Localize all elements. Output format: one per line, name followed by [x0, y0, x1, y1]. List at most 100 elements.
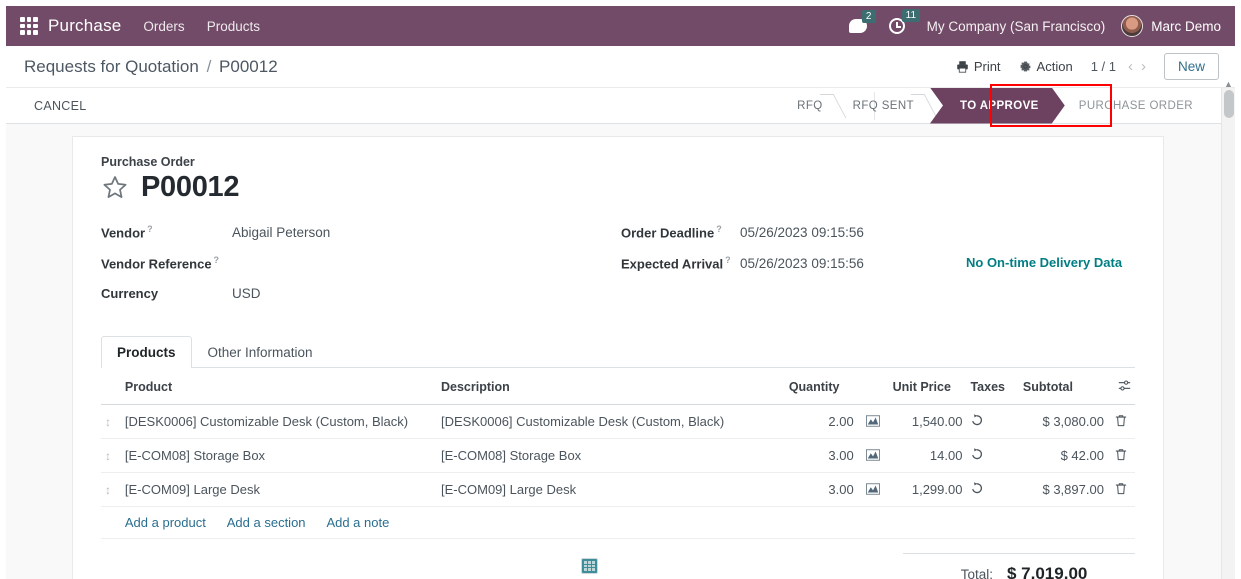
page-scrollbar[interactable]: ▲ [1221, 79, 1235, 579]
odoo-purchase-order-screen: Purchase Orders Products 2 11 My Company… [0, 0, 1241, 579]
row-subtotal: $ 3,080.00 [1018, 404, 1108, 439]
field-vendor-reference-label-text: Vendor Reference [101, 256, 212, 272]
vendor-reference-tooltip-icon[interactable]: ? [214, 255, 220, 265]
row-subtotal: $ 3,897.00 [1018, 472, 1108, 507]
drag-handle-icon[interactable]: ↕ [105, 483, 111, 497]
col-quantity[interactable]: Quantity [784, 370, 858, 405]
row-description[interactable]: [E-COM09] Large Desk [437, 472, 785, 507]
row-drag-handle-cell: ↕ [101, 438, 121, 473]
scrollbar-up-arrow-icon[interactable]: ▲ [1224, 79, 1233, 89]
totals-inner: Total: $ 7,019.00 [903, 553, 1135, 579]
user-menu[interactable]: Marc Demo [1151, 19, 1221, 34]
col-description[interactable]: Description [437, 370, 785, 405]
field-vendor-label-text: Vendor [101, 225, 146, 241]
col-taxes[interactable]: Taxes [966, 370, 1019, 405]
tab-other-information[interactable]: Other Information [192, 336, 329, 368]
form-fields: Vendor? Abigail Peterson Vendor Referenc… [101, 224, 1135, 317]
row-taxes-cell [966, 472, 1019, 507]
table-row[interactable]: ↕ [DESK0006] Customizable Desk (Custom, … [101, 404, 1135, 439]
order-deadline-tooltip-icon[interactable]: ? [716, 224, 722, 234]
history-icon[interactable] [970, 447, 984, 464]
action-button[interactable]: Action [1019, 59, 1073, 74]
field-currency-label-text: Currency [101, 286, 159, 301]
status-stage-rfq-sent[interactable]: RFQ SENT [839, 88, 930, 124]
forecast-chart-icon[interactable] [866, 415, 881, 430]
row-delete-cell [1107, 438, 1135, 473]
new-button[interactable]: New [1163, 53, 1219, 80]
drag-handle-icon[interactable]: ↕ [105, 449, 111, 463]
trash-icon[interactable] [1115, 448, 1127, 464]
table-row[interactable]: ↕ [E-COM08] Storage Box [E-COM08] Storag… [101, 438, 1135, 473]
status-stage-to-approve[interactable]: TO APPROVE [930, 88, 1065, 124]
cancel-button[interactable]: CANCEL [28, 98, 93, 114]
field-vendor-value[interactable]: Abigail Peterson [232, 225, 330, 240]
col-unit-price[interactable]: Unit Price [888, 370, 967, 405]
app-brand-purchase[interactable]: Purchase [48, 16, 121, 36]
column-settings-icon[interactable] [1118, 379, 1131, 395]
history-icon[interactable] [970, 413, 984, 430]
drag-handle-icon[interactable]: ↕ [105, 415, 111, 429]
col-subtotal-label: Subtotal [1022, 380, 1073, 394]
on-time-delivery-badge: No On-time Delivery Data [966, 255, 1123, 270]
messages-counter[interactable]: 2 [848, 10, 876, 33]
nav-menu-products[interactable]: Products [207, 19, 260, 34]
field-order-deadline-value[interactable]: 05/26/2023 09:15:56 [740, 225, 864, 240]
row-quantity[interactable]: 3.00 [784, 438, 858, 473]
row-product[interactable]: [E-COM08] Storage Box [120, 438, 437, 473]
col-product[interactable]: Product [120, 370, 437, 405]
vendor-tooltip-icon[interactable]: ? [147, 224, 153, 234]
field-currency-value[interactable]: USD [232, 286, 261, 301]
trash-icon[interactable] [1115, 482, 1127, 498]
pager-next-icon[interactable]: › [1141, 58, 1146, 75]
forecast-chart-icon[interactable] [866, 449, 881, 464]
star-icon[interactable] [101, 174, 129, 202]
forecast-chart-icon[interactable] [866, 483, 881, 498]
order-lines-body: ↕ [DESK0006] Customizable Desk (Custom, … [101, 404, 1135, 539]
row-forecast-cell [857, 438, 889, 473]
breadcrumb-parent[interactable]: Requests for Quotation [24, 57, 199, 76]
status-stage-purchase-order[interactable]: PURCHASE ORDER [1065, 88, 1209, 124]
table-row[interactable]: ↕ [E-COM09] Large Desk [E-COM09] Large D… [101, 472, 1135, 507]
avatar[interactable] [1121, 15, 1144, 37]
row-unit-price[interactable]: 1,299.00 [888, 472, 967, 507]
history-icon[interactable] [970, 481, 984, 498]
add-a-product-link[interactable]: Add a product [125, 515, 206, 530]
field-expected-arrival-value[interactable]: 05/26/2023 09:15:56 [740, 256, 864, 271]
gear-icon [1020, 61, 1030, 72]
row-description[interactable]: [DESK0006] Customizable Desk (Custom, Bl… [437, 404, 785, 439]
row-drag-handle-cell: ↕ [101, 472, 121, 507]
add-line-handle-cell [101, 506, 121, 539]
pager-counter[interactable]: 1 / 1 [1091, 59, 1116, 74]
field-currency: Currency USD [101, 286, 621, 317]
field-order-deadline-label-text: Order Deadline [621, 225, 715, 241]
row-unit-price[interactable]: 14.00 [888, 438, 967, 473]
form-fields-right: Order Deadline? 05/26/2023 09:15:56 Expe… [621, 224, 1135, 317]
row-forecast-cell [857, 404, 889, 439]
status-bar: CANCEL RFQ RFQ SENT TO APPROVE PURCHASE … [6, 88, 1235, 124]
table-header-row: Product Description Quantity Unit Price … [101, 370, 1135, 405]
row-description[interactable]: [E-COM08] Storage Box [437, 438, 785, 473]
row-taxes-cell [966, 438, 1019, 473]
row-subtotal: $ 42.00 [1018, 438, 1108, 473]
status-stage-rfq[interactable]: RFQ [783, 88, 838, 124]
tab-products[interactable]: Products [101, 336, 192, 368]
add-a-note-link[interactable]: Add a note [326, 515, 389, 530]
print-button[interactable]: Print [956, 59, 1001, 74]
company-switcher[interactable]: My Company (San Francisco) [927, 19, 1106, 34]
add-a-section-link[interactable]: Add a section [227, 515, 306, 530]
row-unit-price[interactable]: 1,540.00 [888, 404, 967, 439]
row-quantity[interactable]: 2.00 [784, 404, 858, 439]
field-currency-label: Currency [101, 286, 232, 301]
row-forecast-cell [857, 472, 889, 507]
row-quantity[interactable]: 3.00 [784, 472, 858, 507]
pager-previous-icon[interactable]: ‹ [1128, 58, 1133, 75]
row-product[interactable]: [DESK0006] Customizable Desk (Custom, Bl… [120, 404, 437, 439]
col-optional-toggle [1107, 370, 1135, 405]
activities-counter[interactable]: 11 [888, 9, 921, 34]
row-product[interactable]: [E-COM09] Large Desk [120, 472, 437, 507]
nav-menu-orders[interactable]: Orders [143, 19, 184, 34]
trash-icon[interactable] [1115, 414, 1127, 430]
grid-apps-icon[interactable] [20, 17, 38, 35]
expected-arrival-tooltip-icon[interactable]: ? [725, 255, 731, 265]
scrollbar-thumb[interactable] [1224, 90, 1234, 118]
